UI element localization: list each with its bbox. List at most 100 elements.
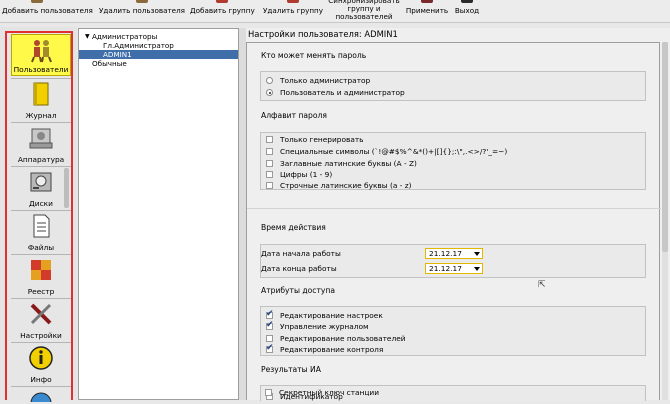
checkbox[interactable] — [266, 309, 274, 319]
delete-group-button[interactable]: Удалить группу — [262, 0, 324, 22]
sidebar-item-files[interactable]: Файлы — [11, 211, 71, 253]
password-alphabet-title: Алфавит пароля — [261, 111, 327, 120]
checkbox-label: Заглавные латинские буквы (A - Z) — [280, 159, 417, 168]
tree-node-label: Обычные — [92, 59, 127, 68]
globe-icon — [28, 390, 54, 404]
add-user-icon — [31, 0, 43, 3]
expand-arrow-icon[interactable]: ▼ — [85, 32, 90, 41]
sidebar-item-hardware[interactable]: Аппаратура — [11, 123, 71, 165]
sidebar-item-settings[interactable]: Настройки — [11, 299, 71, 341]
toolbar: Добавить пользователя Удалить пользовате… — [0, 0, 670, 23]
tree-node-label: ADMIN1 — [103, 50, 132, 59]
sidebar-item-label: Пользователи — [13, 65, 69, 74]
delete-user-icon — [136, 0, 148, 3]
settings-icon — [28, 301, 54, 327]
end-date-label: Дата конца работы — [261, 264, 337, 273]
sidebar-item-label: Аппаратура — [17, 155, 65, 164]
sync-button[interactable]: Синхронизировать группу и пользователей — [326, 0, 402, 22]
settings-title: Настройки пользователя: ADMIN1 — [248, 29, 398, 39]
sidebar-item-more[interactable] — [11, 388, 71, 404]
exit-icon — [461, 0, 473, 3]
start-date-label: Дата начала работы — [261, 249, 341, 258]
sidebar-item-info[interactable]: Инфо — [11, 343, 71, 385]
access-attributes-title: Атрибуты доступа — [261, 286, 335, 295]
tree-node-chief-admin[interactable]: Гл.Администратор — [79, 41, 238, 50]
checkbox-label: Цифры (1 - 9) — [280, 170, 333, 179]
radio-label: Пользователь и администратор — [280, 88, 405, 97]
settings-panel: Настройки пользователя: ADMIN1 Кто может… — [246, 28, 670, 401]
journal-icon — [28, 81, 54, 107]
tree-node-admins[interactable]: ▼ Администраторы — [79, 32, 238, 41]
checkbox-label: Управление журналом — [280, 322, 369, 331]
add-group-icon — [216, 0, 228, 3]
checkbox-label: Редактирование пользователей — [280, 334, 406, 343]
checkbox-label: Редактирование настроек — [280, 311, 383, 320]
checkbox[interactable] — [266, 182, 273, 189]
sidebar: Пользователи Журнал Аппаратура Диски Фай… — [5, 31, 73, 404]
tree-node-regular[interactable]: Обычные — [79, 59, 238, 68]
checkbox[interactable] — [266, 343, 274, 353]
sidebar-item-label: Реестр — [27, 287, 55, 296]
splitter[interactable] — [239, 28, 246, 400]
checkbox[interactable] — [266, 160, 273, 167]
sidebar-item-label: Инфо — [30, 375, 52, 384]
exit-label: Выход — [454, 6, 480, 15]
delete-user-button[interactable]: Удалить пользователя — [96, 0, 188, 22]
sidebar-scrollbar[interactable] — [64, 168, 69, 208]
add-group-button[interactable]: Добавить группу — [190, 0, 255, 22]
end-date-value: 21.12.17 — [429, 264, 462, 273]
apply-button[interactable]: Применить — [404, 0, 450, 22]
add-user-button[interactable]: Добавить пользователя — [2, 0, 93, 22]
delete-user-label: Удалить пользователя — [98, 6, 186, 15]
sync-label: Синхронизировать группу и пользователей — [328, 0, 400, 21]
start-date-value: 21.12.17 — [429, 249, 462, 258]
mouse-cursor-icon: ⇱ — [538, 280, 546, 290]
tree-node-label: Гл.Администратор — [103, 41, 174, 50]
checkbox-label: Редактирование контроля — [280, 345, 384, 354]
who-changes-password-title: Кто может менять пароль — [261, 51, 367, 60]
add-group-label: Добавить группу — [190, 6, 255, 15]
scrollbar-thumb[interactable] — [662, 42, 668, 252]
checkbox[interactable] — [266, 320, 274, 330]
checkbox-label: Строчные латинские буквы (a - z) — [280, 181, 412, 190]
tree-node-admin1[interactable]: ADMIN1 — [79, 50, 238, 59]
sidebar-item-registry[interactable]: Реестр — [11, 255, 71, 297]
start-date-field[interactable]: 21.12.17 — [425, 248, 483, 259]
chevron-down-icon[interactable] — [474, 252, 480, 256]
tree-node-label: Администраторы — [92, 32, 158, 41]
checkbox[interactable] — [266, 148, 273, 155]
sidebar-item-journal[interactable]: Журнал — [11, 79, 71, 121]
info-icon — [28, 345, 54, 371]
settings-scrollbar[interactable] — [662, 42, 668, 400]
add-user-label: Добавить пользователя — [2, 6, 93, 15]
checkbox-label: Специальные символы (`!@#$%^&*()+|[]{};:… — [280, 147, 508, 156]
user-tree: ▼ Администраторы Гл.Администратор ADMIN1… — [78, 28, 239, 400]
nav-separator — [11, 386, 71, 387]
sidebar-item-users[interactable]: Пользователи — [11, 34, 71, 76]
checkbox-label: Секретный ключ станции — [279, 388, 380, 397]
checkbox[interactable] — [266, 171, 273, 178]
exit-button[interactable]: Выход — [452, 0, 482, 22]
checkbox[interactable] — [265, 389, 272, 396]
disks-icon — [28, 169, 54, 195]
files-icon — [28, 213, 54, 239]
sidebar-item-label: Файлы — [27, 243, 55, 252]
apply-icon — [421, 0, 433, 3]
checkbox[interactable] — [266, 136, 273, 143]
delete-group-icon — [287, 0, 299, 3]
checkbox[interactable] — [266, 335, 273, 342]
hardware-icon — [28, 125, 54, 151]
sidebar-item-disks[interactable]: Диски — [11, 167, 71, 209]
sidebar-item-label: Настройки — [20, 331, 62, 340]
section-separator — [247, 208, 661, 209]
settings-frame: Кто может менять пароль Только администр… — [246, 42, 661, 401]
radio-button[interactable] — [266, 89, 273, 96]
radio-label: Только администратор — [280, 76, 371, 85]
users-icon — [29, 37, 55, 63]
end-date-field[interactable]: 21.12.17 — [425, 263, 483, 274]
delete-group-label: Удалить группу — [263, 6, 323, 15]
apply-label: Применить — [405, 6, 449, 15]
sidebar-item-label: Диски — [29, 199, 53, 208]
radio-button[interactable] — [266, 77, 273, 84]
chevron-down-icon[interactable] — [474, 267, 480, 271]
